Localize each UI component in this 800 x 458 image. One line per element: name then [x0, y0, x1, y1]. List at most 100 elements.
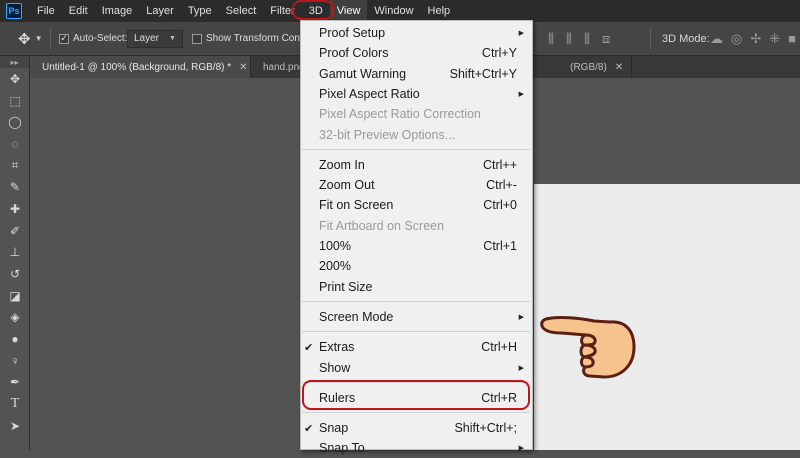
document-tab[interactable]: Untitled-1 @ 100% (Background, RGB/8) * …	[30, 56, 251, 78]
close-icon[interactable]: ✕	[615, 62, 623, 73]
distribute-buttons: ⫼ ⫼ ⫼ ⧈	[548, 22, 610, 55]
auto-select-checkbox[interactable]: ✓	[59, 33, 69, 44]
pen-icon[interactable]: ✒	[0, 372, 30, 394]
view-menu-item-zoom-in[interactable]: Zoom In Ctrl++	[301, 155, 532, 175]
lasso-icon[interactable]: ◯	[0, 111, 30, 133]
move-icon[interactable]: ✥	[0, 68, 30, 90]
healing-brush-icon[interactable]: ✚	[0, 198, 30, 220]
eraser-icon[interactable]: ◪	[0, 285, 30, 307]
menu-separator	[302, 412, 530, 414]
clone-stamp-icon[interactable]: ⊥	[0, 242, 30, 264]
menu-type[interactable]: Type	[181, 0, 219, 22]
chevron-down-icon: ▼	[34, 34, 43, 43]
distribute-horizontal-icon[interactable]: ⫼	[566, 31, 572, 47]
menu-bar: Ps File Edit Image Layer Type Select Filter 3D V…	[0, 0, 800, 22]
quick-select-icon[interactable]: ◌	[0, 133, 30, 155]
tools-panel: ▸▸ ✥ ⬚ ◯ ◌ ⌗ ✎ ✚ ✐ ⊥ ↺ ◪ ◈ ● ♀ ✒ T ➤	[0, 56, 30, 450]
menu-item-shortcut: Ctrl++	[482, 157, 517, 172]
transform-controls-checkbox[interactable]	[192, 33, 202, 44]
menu-item-label: Fit Artboard on Screen	[319, 218, 445, 233]
menu-item-label: Print Size	[319, 279, 373, 294]
slide-3d-icon[interactable]: ⁜	[769, 31, 780, 47]
menu-file[interactable]: File	[30, 0, 62, 22]
auto-align-icon[interactable]: ⧈	[602, 31, 610, 47]
distribute-right-icon[interactable]: ⫼	[584, 31, 590, 47]
submenu-arrow-icon: ▶	[518, 90, 524, 98]
menu-item-label: Proof Colors	[319, 46, 389, 61]
menu-item-label: Pixel Aspect Ratio Correction	[319, 107, 481, 122]
path-select-icon[interactable]: ➤	[0, 415, 30, 437]
menu-item-label: Zoom Out	[319, 178, 375, 193]
marquee-icon[interactable]: ⬚	[0, 90, 30, 112]
type-icon[interactable]: T	[0, 393, 30, 415]
dodge-icon[interactable]: ♀	[0, 350, 30, 372]
scale-3d-icon[interactable]: ■	[788, 31, 796, 46]
view-menu-item-pixel-aspect-ratio[interactable]: Pixel Aspect Ratio ▶	[301, 84, 532, 104]
menu-item-label: Fit on Screen	[319, 198, 394, 213]
menu-item-label: 100%	[319, 239, 351, 253]
view-menu-item-proof-colors[interactable]: Proof Colors Ctrl+Y	[301, 43, 532, 63]
roll-3d-icon[interactable]: ◎	[731, 31, 742, 47]
orbit-3d-icon[interactable]: ☁	[710, 31, 723, 47]
menu-item-label: Pixel Aspect Ratio	[319, 86, 420, 101]
menu-help[interactable]: Help	[421, 0, 458, 22]
menu-separator	[302, 148, 530, 150]
brush-icon[interactable]: ✐	[0, 220, 30, 242]
view-menu-item-pixel-aspect-ratio-correction: Pixel Aspect Ratio Correction	[301, 104, 532, 124]
auto-select-target-value: Layer	[134, 33, 160, 44]
menu-image[interactable]: Image	[95, 0, 140, 22]
view-menu-item-proof-setup[interactable]: Proof Setup ▶	[301, 23, 532, 43]
auto-select-target-dropdown[interactable]: Layer ▼	[127, 22, 183, 55]
blur-icon[interactable]: ●	[0, 328, 30, 350]
mode-3d-buttons: ☁ ◎ ✢ ⁜ ■	[710, 22, 796, 55]
view-menu-item-show[interactable]: Show ▶	[301, 358, 532, 378]
auto-select-label: Auto-Select:	[73, 33, 128, 44]
view-menu-item-gamut-warning[interactable]: Gamut Warning Shift+Ctrl+Y	[301, 64, 532, 84]
menu-item-label: Screen Mode	[319, 309, 394, 324]
pan-3d-icon[interactable]: ✢	[750, 31, 761, 47]
menu-select[interactable]: Select	[219, 0, 264, 22]
menu-item-shortcut: Ctrl+Y	[481, 46, 517, 61]
menu-item-shortcut: Ctrl+H	[481, 340, 517, 355]
panel-collapse-icon[interactable]: ▸▸	[0, 56, 29, 68]
distribute-center-icon[interactable]: ⫼	[548, 31, 554, 47]
view-menu-item-print-size[interactable]: Print Size	[301, 277, 532, 297]
view-menu-item-fit-artboard-on-screen: Fit Artboard on Screen	[301, 216, 532, 236]
mode-3d-label: 3D Mode:	[662, 32, 710, 45]
move-icon: ✥	[18, 30, 31, 48]
menu-view[interactable]: View	[329, 0, 368, 22]
close-icon[interactable]: ✕	[239, 62, 247, 73]
menu-item-label: Extras	[319, 340, 355, 355]
crop-icon[interactable]: ⌗	[0, 155, 30, 177]
tab-title: (RGB/8)	[570, 61, 607, 73]
view-menu-item-extras[interactable]: ✔ Extras Ctrl+H	[301, 337, 532, 357]
history-brush-icon[interactable]: ↺	[0, 263, 30, 285]
view-menu-item-zoom-out[interactable]: Zoom Out Ctrl+-	[301, 175, 532, 195]
tool-list: ✥ ⬚ ◯ ◌ ⌗ ✎ ✚ ✐ ⊥ ↺ ◪ ◈ ● ♀ ✒ T ➤	[0, 68, 29, 437]
view-menu-item-32-bit-preview-options: 32-bit Preview Options...	[301, 125, 532, 145]
chevron-down-icon: ▼	[169, 35, 176, 42]
view-menu-item-snap-to[interactable]: Snap To ▶	[301, 438, 532, 458]
eyedropper-icon[interactable]: ✎	[0, 176, 30, 198]
divider	[50, 28, 51, 50]
paint-bucket-icon[interactable]: ◈	[0, 307, 30, 329]
menu-item-label: Gamut Warning	[319, 66, 407, 81]
move-tool-preset[interactable]: ✥ ▼	[18, 22, 43, 55]
tab-title: Untitled-1 @ 100% (Background, RGB/8) *	[42, 61, 232, 73]
view-menu-item-snap[interactable]: ✔ Snap Shift+Ctrl+;	[301, 418, 532, 438]
checkmark-icon: ✔	[304, 422, 314, 435]
view-menu-item-screen-mode[interactable]: Screen Mode ▶	[301, 307, 532, 327]
view-menu-item-fit-on-screen[interactable]: Fit on Screen Ctrl+0	[301, 195, 532, 215]
view-menu-item-100[interactable]: 100% Ctrl+1	[301, 236, 532, 256]
auto-select-option[interactable]: ✓ Auto-Select:	[59, 22, 127, 55]
menu-item-label: Snap	[319, 421, 349, 436]
submenu-arrow-icon: ▶	[518, 445, 524, 453]
menu-edit[interactable]: Edit	[62, 0, 95, 22]
submenu-arrow-icon: ▶	[518, 30, 524, 37]
view-menu-item-200[interactable]: 200%	[301, 256, 532, 276]
menu-layer[interactable]: Layer	[139, 0, 181, 22]
menu-window[interactable]: Window	[367, 0, 420, 22]
menu-item-shortcut: Shift+Ctrl+;	[454, 421, 517, 436]
menu-item-shortcut: Ctrl+1	[483, 239, 517, 253]
menu-items: File Edit Image Layer Type Select Filter 3D View…	[30, 0, 457, 22]
